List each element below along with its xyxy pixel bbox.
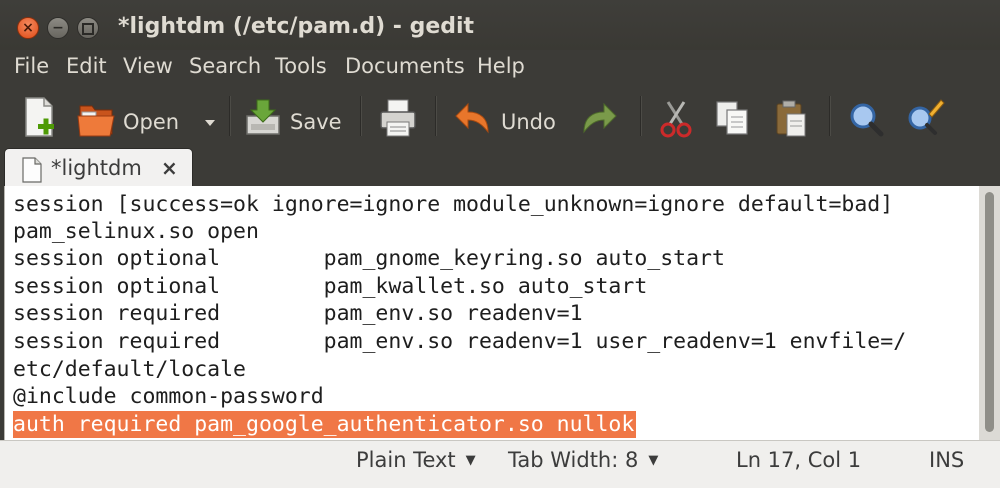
find-replace-icon xyxy=(908,99,945,135)
close-window-button[interactable]: × xyxy=(17,17,39,39)
find-button[interactable] xyxy=(846,96,886,140)
toolbar-separator xyxy=(640,96,642,136)
menu-documents[interactable]: Documents xyxy=(345,54,465,78)
language-label: Plain Text xyxy=(356,448,456,472)
dropdown-arrow-icon xyxy=(205,120,215,126)
save-button[interactable]: Save xyxy=(243,96,343,140)
status-bar: Plain Text ▼ Tab Width: 8 ▼ Ln 17, Col 1 I… xyxy=(0,440,1000,488)
tab-width-label: Tab Width: 8 xyxy=(508,448,639,472)
toolbar-separator xyxy=(829,96,831,136)
new-document-button[interactable] xyxy=(22,96,58,140)
printer-icon xyxy=(380,99,416,137)
open-folder-icon xyxy=(77,105,115,137)
scrollbar-thumb[interactable] xyxy=(985,192,994,432)
scissors-icon xyxy=(660,101,692,138)
insert-mode-indicator: INS xyxy=(929,448,965,472)
menu-file[interactable]: File xyxy=(14,54,49,78)
redo-button[interactable] xyxy=(578,96,618,140)
print-button[interactable] xyxy=(378,96,418,140)
undo-label: Undo xyxy=(501,110,556,134)
undo-button[interactable]: Undo xyxy=(454,96,564,140)
window-title: *lightdm (/etc/pam.d) - gedit xyxy=(118,14,475,39)
language-selector[interactable]: Plain Text ▼ xyxy=(356,448,476,472)
open-button[interactable]: Open xyxy=(76,96,196,140)
tab-label: *lightdm xyxy=(51,156,142,180)
dropdown-arrow-icon: ▼ xyxy=(465,453,476,468)
selected-editor-line: auth required pam_google_authenticator.s… xyxy=(13,411,637,438)
editor-line: session required pam_env.so readenv=1 us… xyxy=(13,329,907,354)
maximize-window-button[interactable] xyxy=(77,17,99,39)
menu-help[interactable]: Help xyxy=(477,54,525,78)
menu-edit[interactable]: Edit xyxy=(66,54,107,78)
document-tab-bar: *lightdm × xyxy=(0,146,1000,189)
undo-icon xyxy=(455,102,489,134)
toolbar-separator xyxy=(229,96,231,136)
new-document-icon xyxy=(25,97,54,137)
toolbar-separator xyxy=(435,96,437,136)
dropdown-arrow-icon: ▼ xyxy=(648,453,659,468)
open-label: Open xyxy=(123,110,180,134)
title-bar: × − *lightdm (/etc/pam.d) - gedit xyxy=(0,0,1000,50)
menu-view[interactable]: View xyxy=(123,54,173,78)
minimize-window-button[interactable]: − xyxy=(47,17,69,39)
paste-icon xyxy=(776,100,806,137)
search-icon xyxy=(850,103,884,137)
editor-line: session required pam_env.so readenv=1 xyxy=(13,301,583,326)
toolbar-separator xyxy=(360,96,362,136)
editor-line: @include common-password xyxy=(13,384,324,409)
editor-line: session optional pam_kwallet.so auto_sta… xyxy=(13,274,648,299)
toolbar: Open Save Undo xyxy=(0,88,1000,146)
text-editor[interactable]: session [success=ok ignore=ignore module… xyxy=(4,186,980,440)
tab-width-selector[interactable]: Tab Width: 8 ▼ xyxy=(508,448,658,472)
menu-tools[interactable]: Tools xyxy=(275,54,327,78)
copy-button[interactable] xyxy=(713,96,753,140)
save-icon xyxy=(246,99,280,135)
copy-icon xyxy=(716,101,748,135)
editor-line: etc/default/locale xyxy=(13,357,246,382)
editor-line: pam_selinux.so open xyxy=(13,219,259,244)
save-label: Save xyxy=(290,110,342,134)
cursor-position: Ln 17, Col 1 xyxy=(736,448,862,472)
editor-line: session optional pam_gnome_keyring.so au… xyxy=(13,246,725,271)
vertical-scrollbar[interactable] xyxy=(979,186,1000,440)
tab-lightdm[interactable]: *lightdm × xyxy=(4,148,193,189)
menu-search[interactable]: Search xyxy=(189,54,261,78)
maximize-icon xyxy=(82,23,94,35)
paste-button[interactable] xyxy=(771,96,811,140)
menu-bar: File Edit View Search Tools Documents He… xyxy=(0,52,1000,86)
cut-button[interactable] xyxy=(656,96,696,140)
close-tab-icon[interactable]: × xyxy=(161,156,178,180)
redo-icon xyxy=(583,102,617,134)
text-document-icon xyxy=(22,157,42,183)
editor-line: session [success=ok ignore=ignore module… xyxy=(13,192,894,217)
find-replace-button[interactable] xyxy=(905,96,945,140)
open-recent-dropdown[interactable] xyxy=(200,96,220,140)
